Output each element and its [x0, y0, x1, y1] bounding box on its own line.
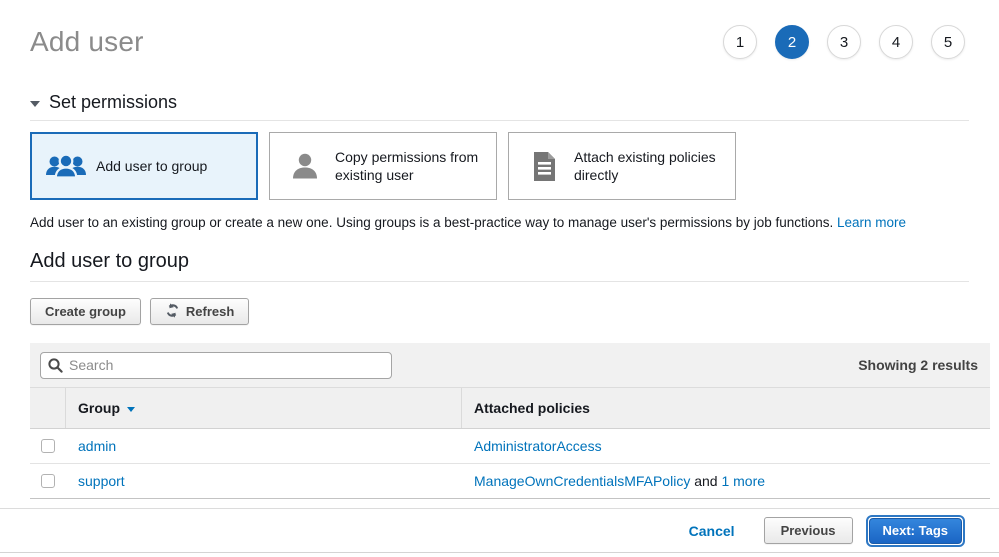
groups-table: Showing 2 results Group Attached policie… [30, 343, 990, 499]
card-label: Attach existing policies directly [574, 148, 725, 184]
group-icon [44, 152, 88, 181]
table-toolbar: Showing 2 results [30, 343, 990, 388]
step-5[interactable]: 5 [931, 25, 965, 59]
card-label: Add user to group [96, 157, 207, 175]
step-2-active[interactable]: 2 [775, 25, 809, 59]
add-user-to-group-heading: Add user to group [30, 250, 969, 282]
wizard-header: Add user 1 2 3 4 5 [30, 20, 969, 64]
group-link[interactable]: support [78, 473, 125, 489]
refresh-icon [165, 303, 180, 321]
sort-descending-icon [127, 407, 135, 412]
header-checkbox-cell [30, 388, 66, 428]
results-count: Showing 2 results [858, 357, 978, 373]
card-attach-policies[interactable]: Attach existing policies directly [508, 132, 736, 200]
next-tags-button[interactable]: Next: Tags [869, 518, 963, 544]
group-cell: support [66, 464, 462, 498]
header-policies-column: Attached policies [462, 388, 990, 428]
search-input[interactable] [40, 352, 392, 379]
card-label: Copy permissions from existing user [335, 148, 486, 184]
next-button-focus-ring: Next: Tags [866, 515, 966, 547]
row-checkbox[interactable] [41, 439, 55, 453]
document-icon [522, 151, 566, 182]
group-column-label: Group [78, 400, 120, 416]
policy-link[interactable]: ManageOwnCredentialsMFAPolicy [474, 473, 690, 489]
card-copy-permissions[interactable]: Copy permissions from existing user [269, 132, 497, 200]
table-header-row: Group Attached policies [30, 388, 990, 429]
step-3[interactable]: 3 [827, 25, 861, 59]
create-group-button[interactable]: Create group [30, 298, 141, 325]
user-icon [283, 151, 327, 181]
add-user-wizard: Add user 1 2 3 4 5 Set permissions [0, 20, 999, 553]
policies-cell: ManageOwnCredentialsMFAPolicy and 1 more [462, 464, 990, 498]
row-checkbox-cell [30, 429, 66, 463]
table-row-support: support ManageOwnCredentialsMFAPolicy an… [30, 464, 990, 499]
search-icon [47, 357, 64, 379]
refresh-button[interactable]: Refresh [150, 298, 249, 325]
group-link[interactable]: admin [78, 438, 116, 454]
group-cell: admin [66, 429, 462, 463]
policy-link[interactable]: AdministratorAccess [474, 438, 602, 454]
page-title: Add user [30, 26, 144, 58]
step-4[interactable]: 4 [879, 25, 913, 59]
policy-more-link[interactable]: 1 more [721, 473, 765, 489]
next-tags-label: Next: Tags [883, 523, 949, 538]
cancel-link[interactable]: Cancel [689, 523, 735, 539]
policies-cell: AdministratorAccess [462, 429, 990, 463]
table-actions: Create group Refresh [30, 298, 969, 325]
refresh-label: Refresh [186, 304, 234, 319]
search-box [40, 352, 392, 379]
row-checkbox-cell [30, 464, 66, 498]
learn-more-link[interactable]: Learn more [837, 215, 906, 230]
step-1[interactable]: 1 [723, 25, 757, 59]
table-row-admin: admin AdministratorAccess [30, 429, 990, 464]
policies-column-label: Attached policies [474, 400, 590, 416]
section-description: Add user to an existing group or create … [30, 215, 969, 230]
previous-button[interactable]: Previous [764, 517, 853, 544]
wizard-footer: Cancel Previous Next: Tags [0, 508, 999, 553]
description-text: Add user to an existing group or create … [30, 215, 837, 230]
create-group-label: Create group [45, 304, 126, 319]
previous-label: Previous [781, 523, 836, 538]
table-body: admin AdministratorAccess support Manage… [30, 429, 990, 499]
set-permissions-title: Set permissions [49, 92, 177, 113]
permission-option-cards: Add user to group Copy permissions from … [30, 132, 969, 200]
header-group-column[interactable]: Group [66, 388, 462, 428]
card-add-user-to-group[interactable]: Add user to group [30, 132, 258, 200]
step-indicator: 1 2 3 4 5 [723, 25, 965, 59]
row-checkbox[interactable] [41, 474, 55, 488]
policy-joiner: and [690, 473, 721, 489]
collapse-caret-icon [30, 101, 40, 107]
set-permissions-header[interactable]: Set permissions [30, 92, 969, 121]
